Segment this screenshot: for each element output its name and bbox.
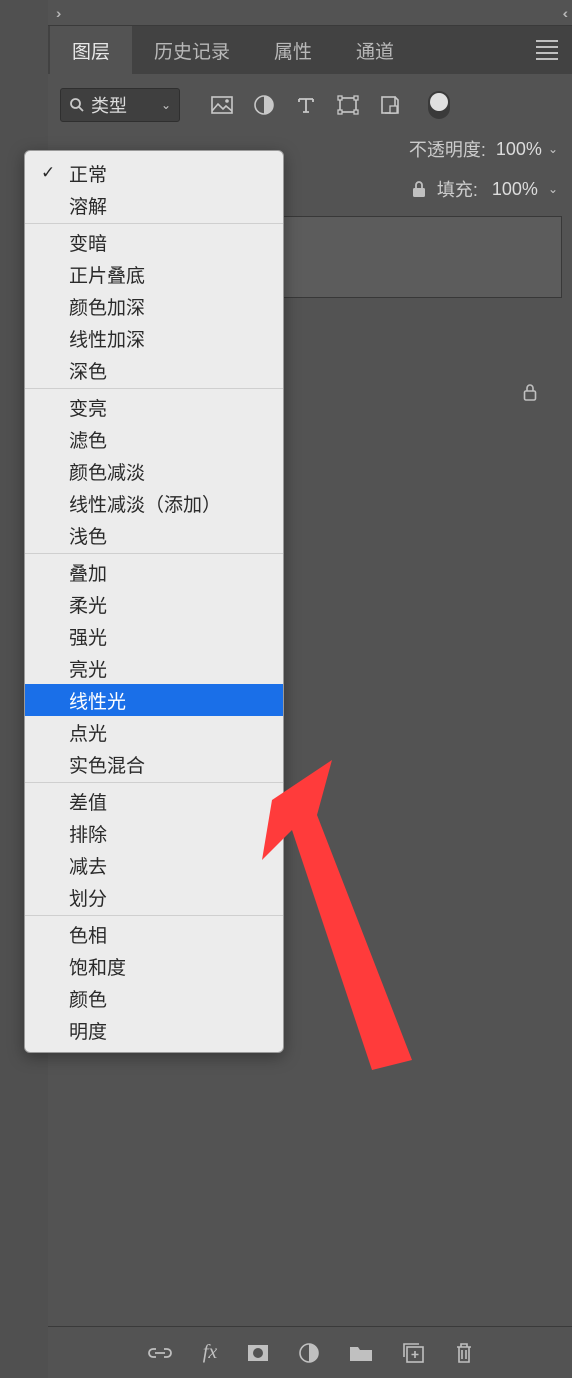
- opacity-label: 不透明度:: [409, 136, 486, 162]
- blend-color-burn[interactable]: 颜色加深: [25, 290, 283, 322]
- tab-history[interactable]: 历史记录: [132, 26, 252, 74]
- collapse-left-icon[interactable]: ››: [56, 5, 57, 21]
- folder-icon[interactable]: [349, 1344, 373, 1362]
- collapse-right-icon[interactable]: ‹‹: [563, 5, 564, 21]
- blend-pin-light[interactable]: 点光: [25, 716, 283, 748]
- panel-header: ›› ‹‹: [48, 0, 572, 26]
- tab-properties[interactable]: 属性: [252, 26, 334, 74]
- panel-tabs: 图层 历史记录 属性 通道: [48, 26, 572, 74]
- blend-difference[interactable]: 差值: [25, 785, 283, 817]
- blend-overlay[interactable]: 叠加: [25, 556, 283, 588]
- chevron-down-icon: ⌄: [161, 98, 171, 112]
- link-icon[interactable]: [147, 1345, 173, 1361]
- blend-darken[interactable]: 变暗: [25, 226, 283, 258]
- blend-color[interactable]: 颜色: [25, 982, 283, 1014]
- filter-icons: [210, 91, 450, 119]
- blend-luminosity[interactable]: 明度: [25, 1014, 283, 1046]
- blend-linear-light[interactable]: 线性光: [25, 684, 283, 716]
- trash-icon[interactable]: [455, 1342, 473, 1364]
- filter-type-select[interactable]: 类型 ⌄: [60, 88, 180, 122]
- chevron-down-icon[interactable]: ⌄: [548, 182, 558, 196]
- adjustment-layer-icon[interactable]: [299, 1343, 319, 1363]
- blend-hue[interactable]: 色相: [25, 918, 283, 950]
- lock-icon[interactable]: [411, 180, 427, 198]
- blend-linear-burn[interactable]: 线性加深: [25, 322, 283, 354]
- blend-color-dodge[interactable]: 颜色减淡: [25, 455, 283, 487]
- filter-adjustment-icon[interactable]: [252, 93, 276, 117]
- blend-vivid-light[interactable]: 亮光: [25, 652, 283, 684]
- mask-icon[interactable]: [247, 1344, 269, 1362]
- blend-hard-light[interactable]: 强光: [25, 620, 283, 652]
- chevron-down-icon[interactable]: ⌄: [548, 142, 558, 156]
- filter-smartobject-icon[interactable]: [378, 93, 402, 117]
- blend-hard-mix[interactable]: 实色混合: [25, 748, 283, 780]
- blend-exclusion[interactable]: 排除: [25, 817, 283, 849]
- bottom-toolbar: fx: [48, 1326, 572, 1378]
- blend-darker-color[interactable]: 深色: [25, 354, 283, 386]
- blend-normal[interactable]: 正常: [25, 157, 283, 189]
- blend-lighter-color[interactable]: 浅色: [25, 519, 283, 551]
- search-icon: [69, 97, 85, 113]
- blend-divide[interactable]: 划分: [25, 881, 283, 913]
- new-layer-icon[interactable]: [403, 1343, 425, 1363]
- blend-dissolve[interactable]: 溶解: [25, 189, 283, 221]
- blend-screen[interactable]: 滤色: [25, 423, 283, 455]
- blend-saturation[interactable]: 饱和度: [25, 950, 283, 982]
- panel-menu-icon[interactable]: [536, 40, 558, 60]
- opacity-value[interactable]: 100%: [496, 139, 542, 160]
- blend-multiply[interactable]: 正片叠底: [25, 258, 283, 290]
- blend-linear-dodge[interactable]: 线性减淡（添加）: [25, 487, 283, 519]
- filter-pixel-icon[interactable]: [210, 93, 234, 117]
- fx-icon[interactable]: fx: [203, 1341, 217, 1364]
- fill-label: 填充:: [437, 176, 478, 202]
- blend-subtract[interactable]: 减去: [25, 849, 283, 881]
- filter-type-label: 类型: [91, 92, 161, 118]
- filter-type-text-icon[interactable]: [294, 93, 318, 117]
- tab-channels[interactable]: 通道: [334, 26, 416, 74]
- blend-soft-light[interactable]: 柔光: [25, 588, 283, 620]
- filter-toggle[interactable]: [428, 91, 450, 119]
- blend-lighten[interactable]: 变亮: [25, 391, 283, 423]
- tab-layers[interactable]: 图层: [50, 26, 132, 74]
- blend-mode-dropdown: 正常 溶解 变暗 正片叠底 颜色加深 线性加深 深色 变亮 滤色 颜色减淡 线性…: [24, 150, 284, 1053]
- lock-icon[interactable]: [522, 383, 538, 401]
- filter-row: 类型 ⌄: [48, 74, 572, 132]
- filter-shape-icon[interactable]: [336, 93, 360, 117]
- fill-value[interactable]: 100%: [492, 179, 538, 200]
